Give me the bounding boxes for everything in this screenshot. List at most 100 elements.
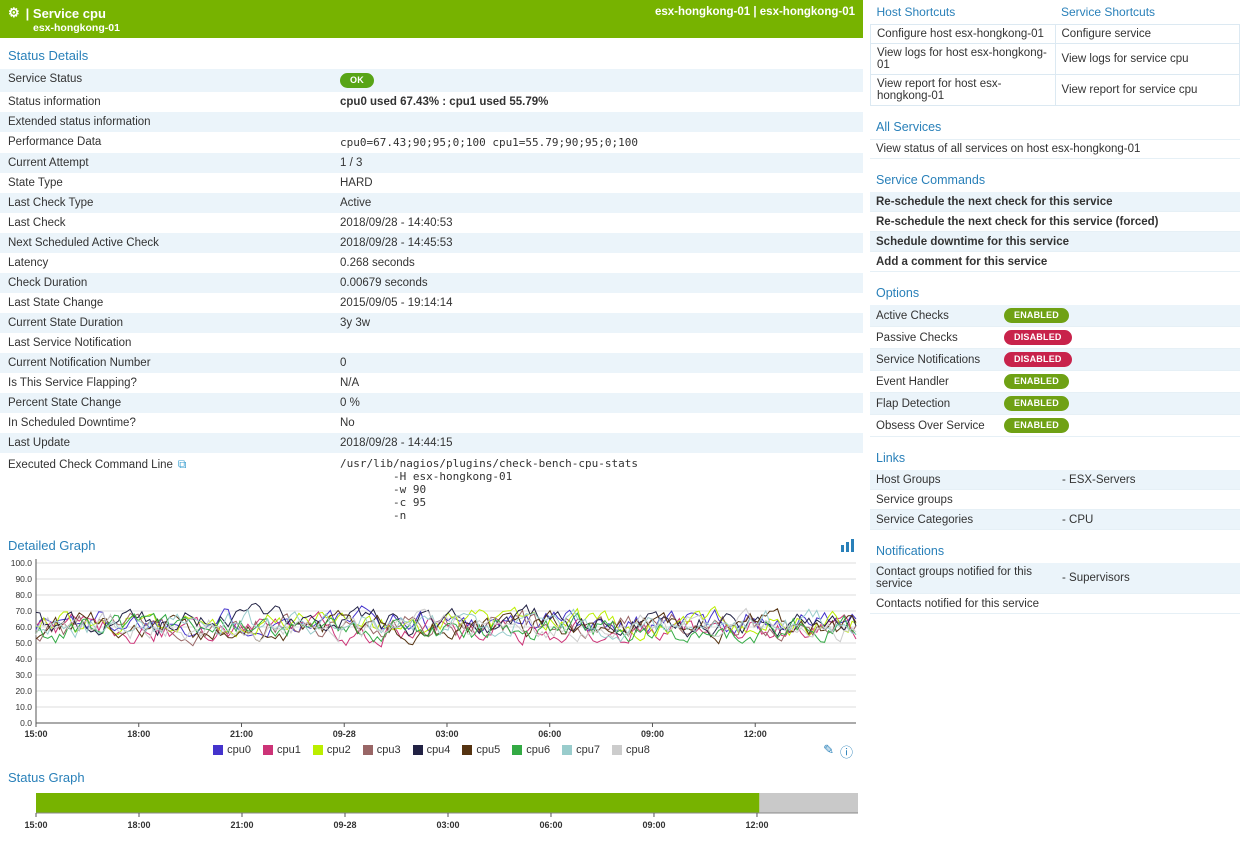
x-tick-label: 18:00 [127, 729, 150, 737]
legend-item-cpu8: cpu8 [612, 744, 650, 756]
legend-swatch [213, 745, 223, 755]
legend-swatch [413, 745, 423, 755]
status-row-value: 2018/09/28 - 14:45:53 [332, 233, 863, 253]
graph-corner-icons: ✎ ⓘ [823, 742, 853, 761]
host-shortcut-link[interactable]: View logs for host esx-hongkong-01 [871, 44, 1056, 75]
option-state-badge: ENABLED [1004, 396, 1069, 411]
link-value: - ESX-Servers [1062, 474, 1136, 486]
host-subtitle: esx-hongkong-01 [33, 22, 855, 34]
status-row: Is This Service Flapping?N/A [0, 373, 863, 393]
legend-item-cpu2: cpu2 [313, 744, 351, 756]
host-shortcut-link[interactable]: Configure host esx-hongkong-01 [871, 25, 1056, 44]
chart-legend: cpu0cpu1cpu2cpu3cpu4cpu5cpu6cpu7cpu8 ✎ ⓘ [0, 742, 863, 760]
status-row: In Scheduled Downtime?No [0, 413, 863, 433]
service-status-badge: OK [340, 73, 374, 88]
status-row-value: 2015/09/05 - 19:14:14 [332, 293, 863, 313]
status-row-value: Active [332, 193, 863, 213]
service-command-link[interactable]: Add a comment for this service [870, 252, 1240, 272]
copy-command-icon[interactable]: ⧉ [178, 457, 187, 471]
all-services-heading: All Services [870, 106, 1240, 139]
option-row: Passive ChecksDISABLED [870, 327, 1240, 349]
service-commands-heading: Service Commands [870, 159, 1240, 192]
service-command-link[interactable]: Re-schedule the next check for this serv… [870, 212, 1240, 232]
page: ⚙ | Service cpu esx-hongkong-01 esx-hong… [0, 0, 1242, 842]
status-row-label: Status information [0, 92, 332, 112]
all-services-section: View status of all services on host esx-… [870, 139, 1240, 159]
status-row-label: Executed Check Command Line⧉ [0, 453, 332, 526]
x-tick-label: 21:00 [230, 729, 253, 737]
status-row: Last State Change2015/09/05 - 19:14:14 [0, 293, 863, 313]
status-row-label: Extended status information [0, 112, 332, 132]
status-row-label: Latency [0, 253, 332, 273]
options-section: Active ChecksENABLEDPassive ChecksDISABL… [870, 305, 1240, 437]
service-shortcut-link[interactable]: Configure service [1055, 25, 1240, 44]
status-row-label: Last Check [0, 213, 332, 233]
gear-icon[interactable]: ⚙ [8, 5, 20, 21]
host-shortcuts-heading: Host Shortcuts [871, 0, 1056, 25]
legend-swatch [363, 745, 373, 755]
option-row: Active ChecksENABLED [870, 305, 1240, 327]
status-row-value: 0.00679 seconds [332, 273, 863, 293]
status-row-label: Last Check Type [0, 193, 332, 213]
page-title: | Service cpu [26, 6, 106, 21]
detailed-graph-heading: Detailed Graph [8, 538, 95, 553]
link-label-row: Host Groups- ESX-Servers [870, 470, 1240, 490]
status-row-label: Current State Duration [0, 313, 332, 333]
status-row: Current Attempt1 / 3 [0, 153, 863, 173]
status-row-value [332, 112, 863, 132]
edit-graph-icon[interactable]: ✎ [823, 742, 834, 761]
options-heading: Options [870, 272, 1240, 305]
status-row-label: Current Notification Number [0, 353, 332, 373]
all-services-link[interactable]: View status of all services on host esx-… [870, 139, 1240, 159]
status-row: Last Update2018/09/28 - 14:44:15 [0, 433, 863, 453]
y-tick-label: 80.0 [15, 590, 32, 600]
status-segment-undetermined [759, 793, 858, 813]
option-label: Flap Detection [876, 398, 1004, 410]
notification-label-row: Contacts notified for this service [870, 594, 1240, 614]
host-shortcut-link[interactable]: View report for host esx-hongkong-01 [871, 75, 1056, 106]
status-row-value: OK [332, 69, 863, 92]
status-row: Last Check2018/09/28 - 14:40:53 [0, 213, 863, 233]
status-row-label: Service Status [0, 69, 332, 92]
status-row: Percent State Change0 % [0, 393, 863, 413]
service-shortcut-link[interactable]: View report for service cpu [1055, 75, 1240, 106]
option-label: Active Checks [876, 310, 1004, 322]
legend-swatch [562, 745, 572, 755]
status-segment-ok [36, 793, 759, 813]
y-tick-label: 90.0 [15, 574, 32, 584]
notification-value: - Supervisors [1062, 572, 1130, 584]
service-shortcuts-heading: Service Shortcuts [1055, 0, 1240, 25]
status-row-value: 0 [332, 353, 863, 373]
notification-label: Contacts notified for this service [876, 598, 1062, 610]
option-state-badge: ENABLED [1004, 418, 1069, 433]
option-row: Service NotificationsDISABLED [870, 349, 1240, 371]
x-tick-label: 12:00 [745, 820, 768, 830]
service-shortcut-link[interactable]: View logs for service cpu [1055, 44, 1240, 75]
service-command-link[interactable]: Schedule downtime for this service [870, 232, 1240, 252]
status-row-value: /usr/lib/nagios/plugins/check-bench-cpu-… [332, 453, 863, 526]
info-icon[interactable]: ⓘ [840, 742, 853, 761]
status-row-label: Last Update [0, 433, 332, 453]
x-tick-label: 06:00 [539, 820, 562, 830]
service-command-link[interactable]: Re-schedule the next check for this serv… [870, 192, 1240, 212]
option-state-badge: ENABLED [1004, 374, 1069, 389]
notification-label: Contact groups notified for this service [876, 566, 1062, 590]
header-host-breadcrumb[interactable]: esx-hongkong-01 | esx-hongkong-01 [655, 6, 855, 18]
x-tick-label: 12:00 [744, 729, 767, 737]
status-row: Service Status OK [0, 69, 863, 92]
status-row-value: 3y 3w [332, 313, 863, 333]
option-label: Event Handler [876, 376, 1004, 388]
legend-swatch [612, 745, 622, 755]
x-tick-label: 18:00 [127, 820, 150, 830]
y-tick-label: 70.0 [15, 606, 32, 616]
status-row-label: State Type [0, 173, 332, 193]
option-row: Event HandlerENABLED [870, 371, 1240, 393]
legend-swatch [313, 745, 323, 755]
status-row-value: No [332, 413, 863, 433]
bar-chart-icon[interactable] [841, 539, 855, 552]
link-label-row: Service groups [870, 490, 1240, 510]
x-tick-label: 15:00 [24, 820, 47, 830]
status-row-label: Last State Change [0, 293, 332, 313]
y-tick-label: 10.0 [15, 702, 32, 712]
right-panel: Host Shortcuts Service Shortcuts Configu… [870, 0, 1242, 842]
